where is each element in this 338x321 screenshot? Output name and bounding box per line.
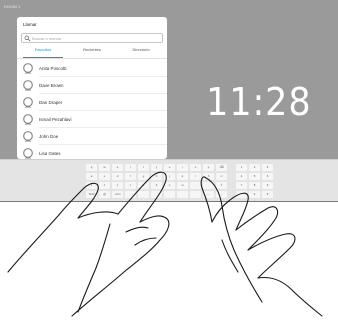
keyboard-key[interactable]: c (125, 182, 136, 189)
keyboard-key[interactable]: i (177, 164, 188, 171)
numpad-key[interactable]: 3 (262, 164, 273, 171)
keyboard-key[interactable]: ⇧ (216, 182, 227, 189)
tab-recientes[interactable]: Recientes (72, 46, 112, 58)
keyboard-key[interactable] (138, 191, 149, 198)
contact-name: Lisa Gates (39, 151, 61, 156)
tab-divider (17, 58, 167, 59)
numpad-key[interactable]: 5 (249, 173, 260, 180)
keyboard-key[interactable] (125, 191, 136, 198)
keyboard-key[interactable]: o (190, 164, 201, 171)
keyboard-key[interactable]: ñ (203, 173, 214, 180)
keyboard-key[interactable]: g (138, 173, 149, 180)
keyboard-key[interactable]: s (99, 173, 110, 180)
keyboard-key[interactable]: .com (112, 191, 123, 198)
numpad-key[interactable]: * (236, 191, 247, 198)
contact-name: Dave Brown (39, 83, 64, 88)
keyboard-key[interactable]: q (86, 164, 97, 171)
numpad-key[interactable]: 4 (236, 173, 247, 180)
numpad-key[interactable]: 8 (249, 182, 260, 189)
contact-item[interactable]: Anita Poscotti (17, 60, 167, 77)
keyboard-key[interactable]: r (125, 164, 136, 171)
keyboard-key[interactable]: ?123 (86, 191, 97, 198)
search-icon (24, 35, 31, 42)
keyboard-key[interactable]: k (177, 173, 188, 180)
keyboard-key[interactable]: ⇧ (86, 182, 97, 189)
keyboard-key[interactable] (190, 191, 201, 198)
room-label: ROOM 1 (4, 4, 21, 9)
contact-item[interactable]: Dan Draper (17, 94, 167, 111)
keyboard-key[interactable] (164, 191, 175, 198)
keyboard-key[interactable]: v (138, 182, 149, 189)
keyboard-key[interactable]: y (151, 164, 162, 171)
contact-item[interactable]: Ismail Pezahlavi (17, 111, 167, 128)
numpad-key[interactable]: # (262, 191, 273, 198)
keyboard-key[interactable]: m (177, 182, 188, 189)
panel-title: Llamar (23, 22, 37, 27)
tab-directorio[interactable]: Directorio (121, 46, 161, 58)
numpad-key[interactable]: 0 (249, 191, 260, 198)
numpad-key[interactable]: 2 (249, 164, 260, 171)
keyboard-key[interactable]: z (99, 182, 110, 189)
keyboard-key[interactable]: ↵ (216, 173, 227, 180)
keyboard-key[interactable]: f (125, 173, 136, 180)
on-screen-keyboard: q w e r t y u i o p ⌫ a s d f g h j k l ñ ↵ ⇧ z x c v b n m,. ⇧ ?123 @ .c… (0, 159, 338, 201)
tab-favoritos[interactable]: Favoritos (23, 46, 63, 58)
person-icon (23, 148, 33, 159)
keyboard-key[interactable] (177, 191, 188, 198)
keyboard-key[interactable]: e (112, 164, 123, 171)
numpad-key[interactable]: 7 (236, 182, 247, 189)
keyboard-key[interactable]: a (86, 173, 97, 180)
keyboard-key[interactable]: w (99, 164, 110, 171)
keyboard-key[interactable]: → (216, 191, 227, 198)
contact-item[interactable]: Lisa Gates (17, 145, 167, 159)
contact-name: Ismail Pezahlavi (39, 117, 72, 122)
clock-display: 11:28 (206, 80, 312, 124)
person-icon (23, 63, 33, 74)
person-icon (23, 97, 33, 108)
contact-name: John Doe (39, 134, 59, 139)
person-icon (23, 80, 33, 91)
keyboard-key[interactable]: . (203, 182, 214, 189)
keyboard-key[interactable] (151, 191, 162, 198)
call-panel: Llamar Favoritos Recientes Directorio An… (17, 17, 167, 159)
keyboard-key[interactable]: d (112, 173, 123, 180)
numpad-key[interactable]: 6 (262, 173, 273, 180)
contact-name: Dan Draper (39, 100, 63, 105)
contact-item[interactable]: John Doe (17, 128, 167, 145)
keyboard-key[interactable]: l (190, 173, 201, 180)
contact-item[interactable]: Dave Brown (17, 77, 167, 94)
keyboard-key[interactable]: ← (203, 191, 214, 198)
keyboard-key[interactable]: p (203, 164, 214, 171)
keyboard-key[interactable]: ⌫ (216, 164, 227, 171)
person-icon (23, 114, 33, 125)
keyboard-key[interactable]: u (164, 164, 175, 171)
keyboard-key[interactable]: n (164, 182, 175, 189)
keyboard-key[interactable]: t (138, 164, 149, 171)
keyboard-key[interactable]: h (151, 173, 162, 180)
numpad-key[interactable]: 9 (262, 182, 273, 189)
video-screen: ROOM 1 11:28 Llamar Favoritos Recientes … (0, 0, 338, 202)
keyboard-key[interactable]: @ (99, 191, 110, 198)
keyboard-key[interactable]: x (112, 182, 123, 189)
search-input[interactable] (32, 35, 160, 42)
contact-name: Anita Poscotti (39, 66, 67, 71)
numpad-key[interactable]: 1 (236, 164, 247, 171)
keyboard-key[interactable]: j (164, 173, 175, 180)
person-icon (23, 131, 33, 142)
keyboard-key[interactable]: b (151, 182, 162, 189)
keyboard-key[interactable]: , (190, 182, 201, 189)
tab-bar: Favoritos Recientes Directorio (17, 46, 167, 58)
search-field[interactable] (21, 33, 163, 43)
